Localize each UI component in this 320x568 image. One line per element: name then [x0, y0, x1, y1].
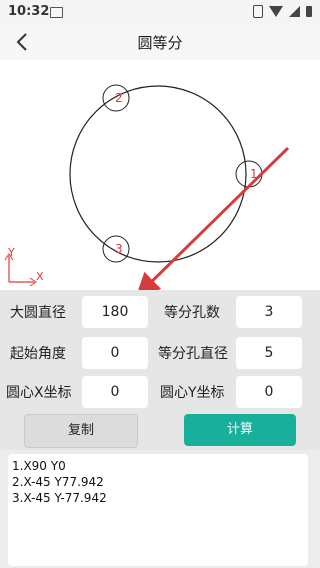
vibrate-icon: [253, 5, 263, 18]
hole-circle-1: [235, 160, 263, 188]
battery-icon: [306, 6, 312, 17]
status-time: 10:32: [8, 4, 50, 19]
status-icons: [253, 5, 312, 18]
holes-input[interactable]: 3: [236, 296, 302, 328]
center-x-label: 圆心X坐标: [6, 385, 72, 401]
center-x-input[interactable]: 0: [82, 376, 148, 408]
image-notification-icon: [50, 7, 63, 18]
calculate-button[interactable]: 计算: [184, 414, 296, 446]
hole-label-2: 2: [115, 91, 123, 105]
hole-diameter-input[interactable]: 5: [236, 337, 302, 369]
result-line-3: 3.X-45 Y-77.942: [12, 491, 107, 505]
circle-division-diagram: 1 2 3 Y X: [4, 84, 290, 290]
signal-icon: [289, 6, 300, 17]
big-diameter-input[interactable]: 180: [82, 296, 148, 328]
app-bar: 圆等分: [0, 24, 320, 60]
result-line-2: 2.X-45 Y77.942: [12, 475, 104, 489]
result-output[interactable]: 1.X90 Y0 2.X-45 Y77.942 3.X-45 Y-77.942: [8, 454, 308, 566]
axis-y-label: Y: [7, 246, 15, 259]
hole-diameter-label: 等分孔直径: [158, 346, 228, 362]
center-y-label: 圆心Y坐标: [160, 385, 225, 401]
wifi-icon: [269, 6, 283, 17]
big-diameter-label: 大圆直径: [10, 305, 66, 321]
hole-label-3: 3: [115, 242, 123, 256]
axis-x-label: X: [36, 270, 44, 283]
red-arrow: [135, 146, 290, 290]
big-circle: [69, 85, 247, 263]
result-line-1: 1.X90 Y0: [12, 459, 66, 473]
page-title: 圆等分: [137, 34, 183, 52]
center-y-input[interactable]: 0: [236, 376, 302, 408]
diagram-canvas: 1 2 3 Y X: [0, 60, 320, 290]
holes-label: 等分孔数: [164, 305, 220, 321]
copy-button[interactable]: 复制: [24, 414, 138, 448]
status-bar: 10:32: [0, 0, 320, 24]
start-angle-label: 起始角度: [10, 346, 66, 362]
start-angle-input[interactable]: 0: [82, 337, 148, 369]
